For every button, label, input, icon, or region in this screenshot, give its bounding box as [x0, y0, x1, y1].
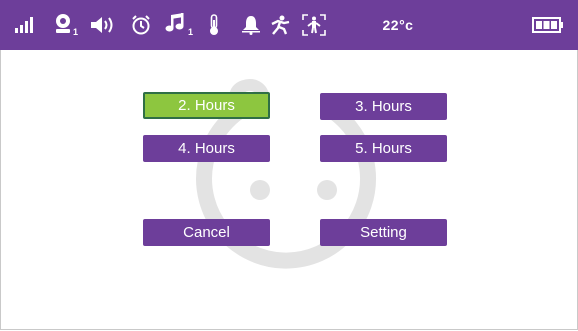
signal-icon [14, 0, 36, 50]
walk-zone-icon [300, 0, 328, 50]
baby-unit-index: 1 [72, 27, 78, 37]
baby-face-watermark-icon [196, 79, 377, 269]
motion-icon [268, 0, 292, 50]
music-indicator: 1 [162, 0, 196, 50]
content-area: 2. Hours 3. Hours 4. Hours 5. Hours Canc… [0, 50, 578, 330]
hours-2-option[interactable]: 2. Hours [143, 92, 270, 119]
setting-button[interactable]: Setting [320, 219, 447, 246]
music-index: 1 [187, 27, 193, 37]
temperature-readout: 22°c [382, 17, 414, 33]
hours-3-option[interactable]: 3. Hours [320, 93, 447, 120]
hours-4-option[interactable]: 4. Hours [143, 135, 270, 162]
cancel-button[interactable]: Cancel [143, 219, 270, 246]
status-bar: 1 1 22°c [0, 0, 578, 50]
thermometer-icon [204, 0, 224, 50]
battery-icon [530, 0, 566, 50]
music-note-icon [165, 12, 187, 38]
baby-unit-indicator: 1 [50, 0, 82, 50]
alarm-clock-icon [130, 0, 152, 50]
bell-icon [240, 0, 262, 50]
speaker-icon [88, 0, 118, 50]
hours-5-option[interactable]: 5. Hours [320, 135, 447, 162]
baby-monitor-icon [54, 13, 72, 38]
